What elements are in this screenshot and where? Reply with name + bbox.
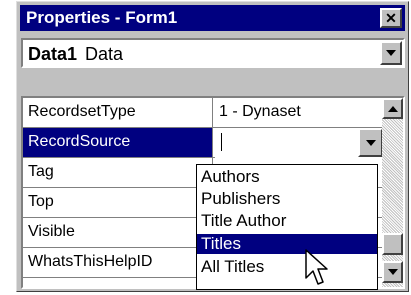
recordsource-dropdown-list: Authors Publishers Title Author Titles A… [196, 164, 378, 290]
arrow-cursor-icon [305, 249, 328, 285]
recordsource-dropdown-button[interactable] [358, 128, 383, 157]
title-bar: Properties - Form1 ✕ [20, 5, 405, 31]
text-caret [221, 133, 222, 151]
scroll-thumb[interactable] [382, 233, 403, 255]
recordsource-value-input[interactable] [215, 128, 383, 158]
chevron-down-icon [365, 139, 376, 146]
object-name: Data1 [28, 44, 78, 64]
window-title: Properties - Form1 [26, 8, 178, 27]
property-name: Visible [23, 218, 213, 247]
property-name: WhatsThisHelpID [23, 248, 213, 277]
property-row-recordsettype[interactable]: RecordsetType 1 - Dynaset [23, 98, 383, 128]
object-selector-text: Data1 Data [28, 44, 123, 65]
property-name: Top [23, 188, 213, 217]
dropdown-option-publishers[interactable]: Publishers [197, 189, 377, 209]
property-name: Tag [23, 158, 213, 187]
property-name: RecordSource [23, 128, 213, 157]
scroll-up-button[interactable] [382, 98, 403, 119]
scroll-down-icon [387, 269, 398, 275]
dropdown-option-all-titles[interactable]: All Titles [197, 257, 377, 277]
property-value: 1 - Dynaset [219, 103, 301, 120]
dropdown-option-authors[interactable]: Authors [197, 167, 377, 187]
vertical-scrollbar[interactable] [382, 98, 403, 287]
scroll-down-button[interactable] [382, 261, 403, 283]
object-type: Data [85, 44, 124, 64]
close-icon: ✕ [385, 9, 397, 26]
scroll-up-icon [387, 105, 398, 112]
chevron-down-icon [386, 50, 396, 56]
close-button[interactable]: ✕ [380, 8, 402, 28]
dropdown-option-titles[interactable]: Titles [197, 234, 377, 254]
property-name: RecordsetType [23, 98, 213, 127]
object-selector-dropdown-button[interactable] [380, 41, 402, 65]
object-selector[interactable]: Data1 Data [21, 38, 405, 68]
dropdown-option-title-author[interactable]: Title Author [197, 211, 377, 231]
